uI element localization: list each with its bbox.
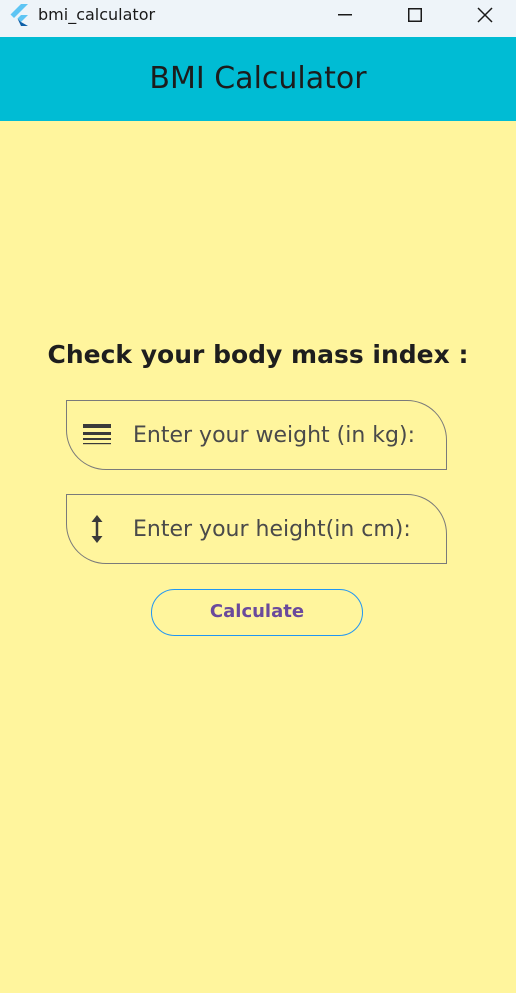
app-window: bmi_calculator BMI Calculator Check your… xyxy=(0,0,516,993)
title-bar[interactable]: bmi_calculator xyxy=(0,0,516,37)
app-bar: BMI Calculator xyxy=(0,37,516,121)
minimize-icon xyxy=(338,14,352,16)
height-field[interactable] xyxy=(66,494,447,564)
page-heading: Check your body mass index : xyxy=(47,340,469,369)
height-arrow-icon xyxy=(91,515,103,543)
minimize-button[interactable] xyxy=(322,0,368,30)
maximize-button[interactable] xyxy=(392,0,438,30)
height-input[interactable] xyxy=(133,495,433,563)
calculate-button[interactable]: Calculate xyxy=(151,589,363,636)
line-weight-icon xyxy=(83,424,111,445)
flutter-logo-icon xyxy=(10,4,28,26)
weight-field[interactable] xyxy=(66,400,447,470)
app-bar-title: BMI Calculator xyxy=(149,61,367,96)
close-icon xyxy=(477,7,493,23)
window-title: bmi_calculator xyxy=(38,5,156,24)
close-button[interactable] xyxy=(462,0,508,30)
maximize-icon xyxy=(408,8,422,22)
weight-input[interactable] xyxy=(133,401,433,469)
